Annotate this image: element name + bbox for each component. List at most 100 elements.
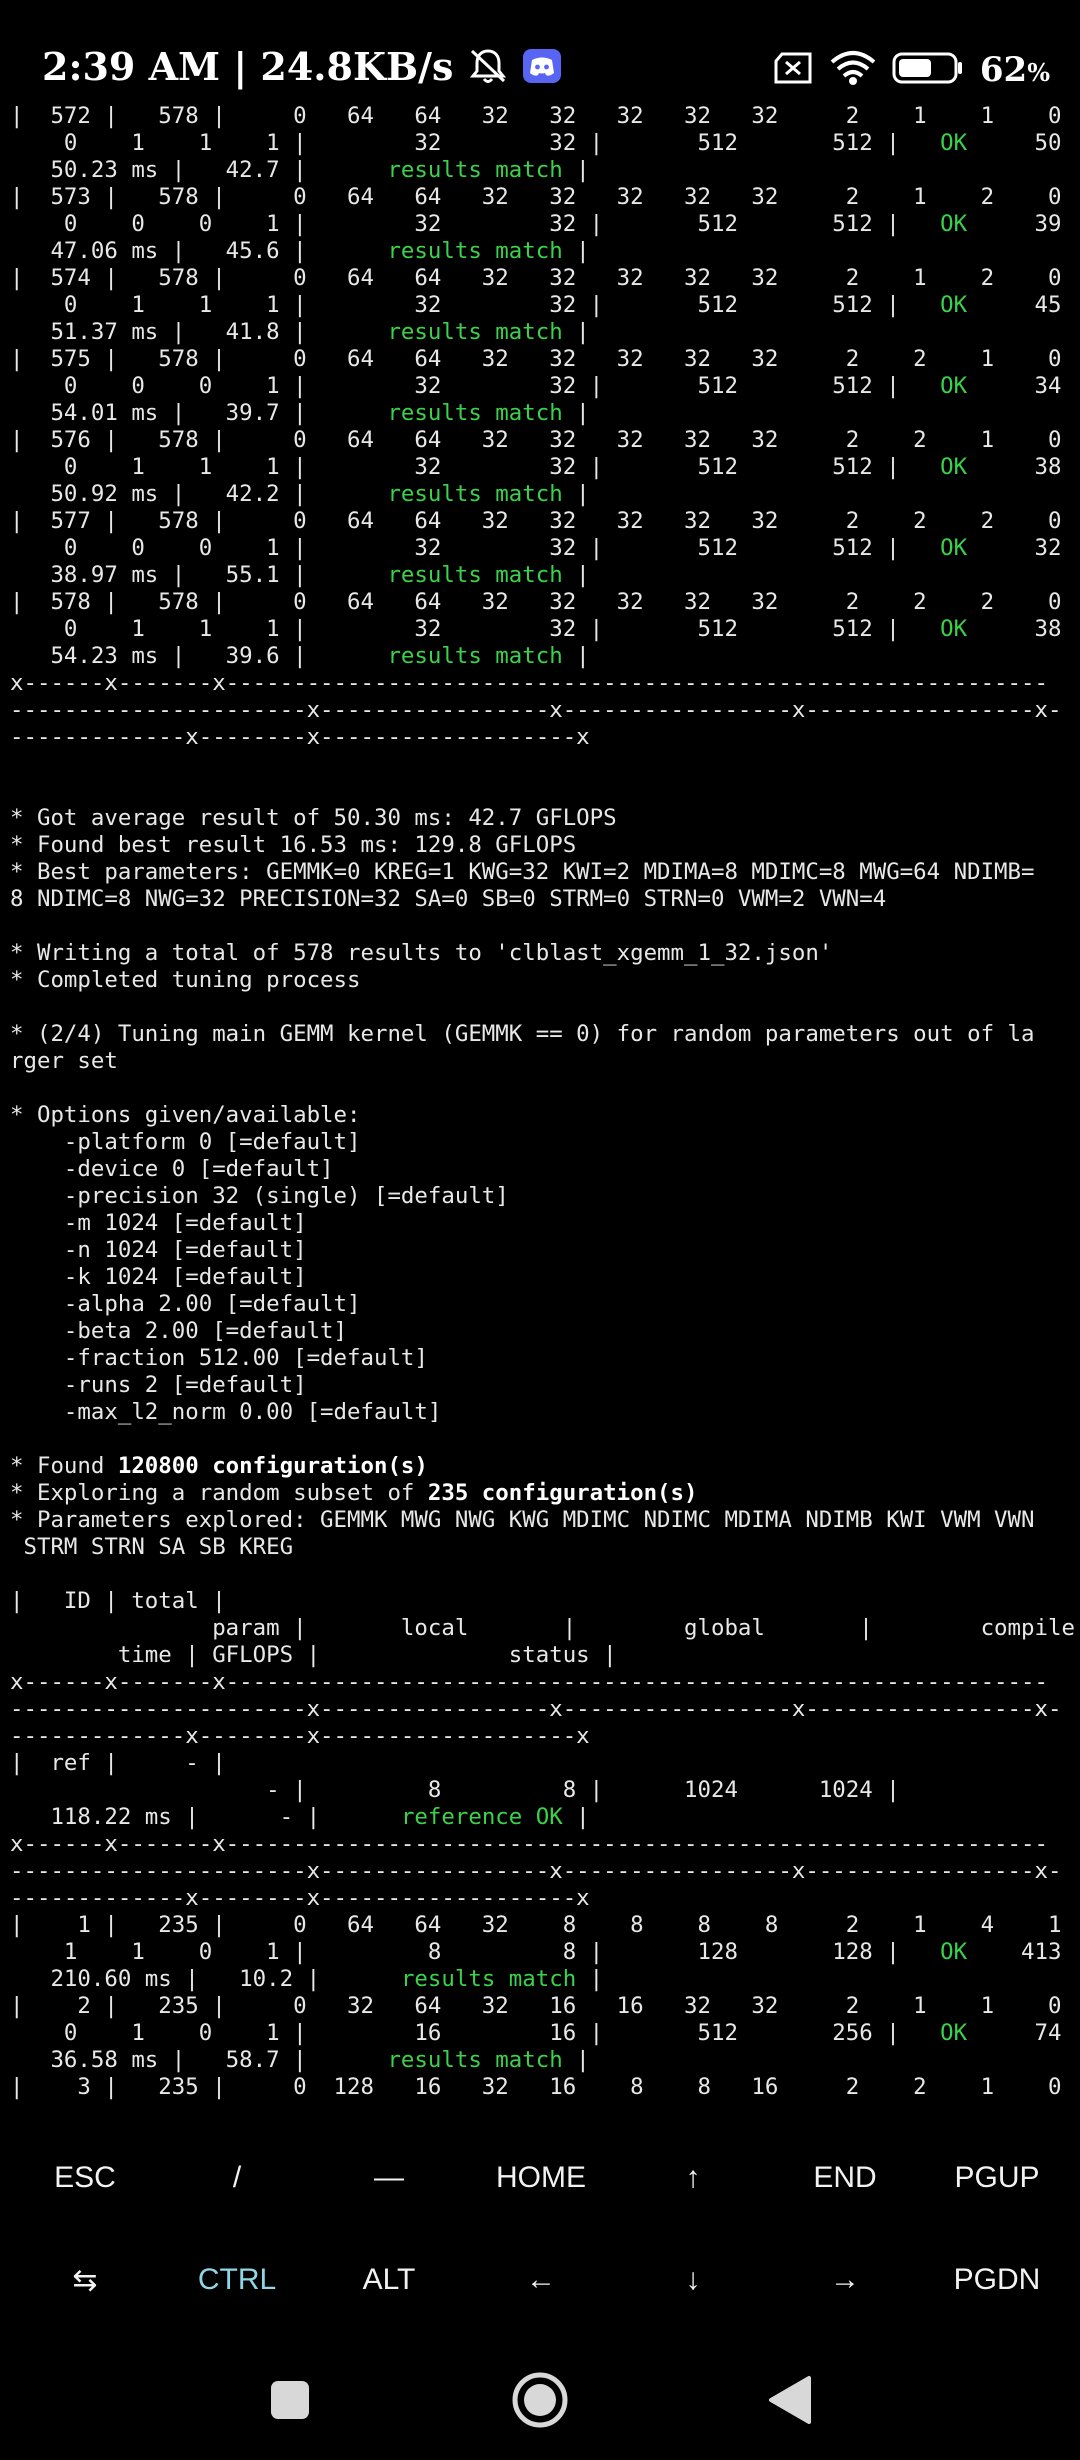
terminal-line: param | local | global | compiles | [10, 1615, 1075, 1641]
key-end[interactable]: END [768, 2128, 922, 2228]
status-ok-text: OK [940, 454, 968, 480]
terminal-line: | ID | total | [10, 1588, 226, 1614]
battery-icon [892, 51, 964, 90]
terminal-line: -fraction 512.00 [=default] [10, 1345, 428, 1371]
terminal-line: | ref | - | [10, 1750, 226, 1776]
key-tab[interactable]: ⇆ [8, 2230, 162, 2330]
key-down-arrow[interactable]: ↓ [616, 2230, 770, 2330]
key-right-arrow[interactable]: → [768, 2230, 922, 2330]
terminal-line: 50.92 ms | 42.2 | results match | [10, 481, 590, 507]
dnd-off-icon [467, 47, 509, 94]
key-dash[interactable]: — [312, 2128, 466, 2228]
terminal-line: | 578 | 578 | 0 64 64 32 32 32 32 32 2 2… [10, 589, 1062, 615]
key-pgup[interactable]: PGUP [920, 2128, 1074, 2228]
terminal-line: -platform 0 [=default] [10, 1129, 361, 1155]
terminal-line: 38.97 ms | 55.1 | results match | [10, 562, 590, 588]
terminal-line: 0 0 0 1 | 32 32 | 512 512 | OK 34 ms | [10, 373, 1075, 399]
key-slash[interactable]: / [160, 2128, 314, 2228]
terminal-line: 54.23 ms | 39.6 | results match | [10, 643, 590, 669]
terminal-line: -runs 2 [=default] [10, 1372, 307, 1398]
terminal-line: ----------------------x-----------------… [10, 697, 1062, 723]
clock: 2:39 AM [42, 44, 221, 89]
status-ok-text: reference OK [400, 1804, 563, 1830]
status-ok-text: results match [387, 2047, 563, 2073]
bold-count-text: 235 configuration(s) [427, 1480, 698, 1506]
terminal-line: 0 0 0 1 | 32 32 | 512 512 | OK 32 ms | [10, 535, 1075, 561]
home-button[interactable] [490, 2360, 590, 2440]
terminal-line: x------x-------x------------------------… [10, 1669, 1048, 1695]
status-ok-text: results match [387, 562, 563, 588]
status-right: 62% [774, 48, 1050, 92]
terminal-line: | 573 | 578 | 0 64 64 32 32 32 32 32 2 1… [10, 184, 1062, 210]
extra-keys-bar: ESC / — HOME ↑ END PGUP ⇆ CTRL ALT ← ↓ →… [0, 2120, 1080, 2330]
status-ok-text: results match [387, 157, 563, 183]
status-bar: 2:39 AM | 24.8KB/s 62% [0, 0, 1080, 100]
terminal-line: | 576 | 578 | 0 64 64 32 32 32 32 32 2 2… [10, 427, 1062, 453]
terminal-line: | 575 | 578 | 0 64 64 32 32 32 32 32 2 2… [10, 346, 1062, 372]
terminal-line: -beta 2.00 [=default] [10, 1318, 348, 1344]
terminal-line: time | GFLOPS | status | [10, 1642, 617, 1668]
terminal-line: * Found best result 16.53 ms: 129.8 GFLO… [10, 832, 577, 858]
terminal-line: | 3 | 235 | 0 128 16 32 16 8 8 16 2 2 1 … [10, 2074, 1062, 2100]
back-button[interactable] [740, 2360, 840, 2440]
terminal-output[interactable]: | 572 | 578 | 0 64 64 32 32 32 32 32 2 1… [10, 103, 1075, 2113]
terminal-line: | 577 | 578 | 0 64 64 32 32 32 32 32 2 2… [10, 508, 1062, 534]
status-ok-text: OK [940, 535, 968, 561]
key-home[interactable]: HOME [464, 2128, 618, 2228]
terminal-line: * Parameters explored: GEMMK MWG NWG KWG… [10, 1507, 1035, 1533]
terminal-line: | 2 | 235 | 0 32 64 32 16 16 32 32 2 1 1… [10, 1993, 1062, 2019]
terminal-line: | 1 | 235 | 0 64 64 32 8 8 8 8 2 1 4 1 [10, 1912, 1062, 1938]
terminal-line: | 572 | 578 | 0 64 64 32 32 32 32 32 2 1… [10, 103, 1062, 129]
status-separator: | [233, 44, 248, 89]
terminal-line: 0 1 1 1 | 32 32 | 512 512 | OK 38 ms | [10, 616, 1075, 642]
terminal-line: | 574 | 578 | 0 64 64 32 32 32 32 32 2 1… [10, 265, 1062, 291]
status-ok-text: results match [400, 1966, 577, 1992]
key-up-arrow[interactable]: ↑ [616, 2128, 770, 2228]
status-ok-text: OK [940, 373, 968, 399]
status-ok-text: results match [387, 238, 563, 264]
status-left: 2:39 AM | 24.8KB/s [42, 44, 562, 94]
terminal-line: -alpha 2.00 [=default] [10, 1291, 361, 1317]
status-ok-text: OK [940, 211, 968, 237]
terminal-line: 0 1 1 1 | 32 32 | 512 512 | OK 45 ms | [10, 292, 1075, 318]
key-ctrl[interactable]: CTRL [160, 2230, 314, 2330]
terminal-line: 0 0 0 1 | 32 32 | 512 512 | OK 39 ms | [10, 211, 1075, 237]
terminal-line: -max_l2_norm 0.00 [=default] [10, 1399, 442, 1425]
terminal-line: -precision 32 (single) [=default] [10, 1183, 509, 1209]
terminal-line: * Got average result of 50.30 ms: 42.7 G… [10, 805, 617, 831]
key-esc[interactable]: ESC [8, 2128, 162, 2228]
status-ok-text: results match [387, 319, 563, 345]
wifi-icon [830, 50, 876, 91]
sim-x-icon [774, 52, 814, 89]
terminal-line: * Writing a total of 578 results to 'clb… [10, 940, 833, 966]
terminal-line: 51.37 ms | 41.8 | results match | [10, 319, 590, 345]
terminal-line: -device 0 [=default] [10, 1156, 334, 1182]
recents-button[interactable] [240, 2360, 340, 2440]
terminal-line: * Found 120800 configuration(s) [10, 1453, 428, 1479]
terminal-line: 47.06 ms | 45.6 | results match | [10, 238, 590, 264]
terminal-line: ----------------------x-----------------… [10, 1696, 1062, 1722]
terminal-line: -m 1024 [=default] [10, 1210, 307, 1236]
terminal-line: 118.22 ms | - | reference OK | [10, 1804, 590, 1830]
navigation-bar [0, 2340, 1080, 2460]
terminal-line: - | 8 8 | 1024 1024 | OK | [10, 1777, 1075, 1803]
terminal-line: 0 1 0 1 | 16 16 | 512 256 | OK 74 ms | [10, 2020, 1075, 2046]
key-alt[interactable]: ALT [312, 2230, 466, 2330]
key-pgdn[interactable]: PGDN [920, 2230, 1074, 2330]
recents-icon [271, 2381, 309, 2419]
status-ok-text: OK [940, 2020, 968, 2046]
status-ok-text: OK [940, 130, 968, 156]
terminal-line: -n 1024 [=default] [10, 1237, 307, 1263]
terminal-line: rger set [10, 1048, 118, 1074]
discord-icon [522, 48, 562, 93]
bold-count-text: 120800 configuration(s) [117, 1453, 428, 1479]
key-left-arrow[interactable]: ← [464, 2230, 618, 2330]
terminal-line: * Exploring a random subset of 235 confi… [10, 1480, 698, 1506]
terminal-line: 36.58 ms | 58.7 | results match | [10, 2047, 590, 2073]
status-ok-text: results match [387, 643, 563, 669]
